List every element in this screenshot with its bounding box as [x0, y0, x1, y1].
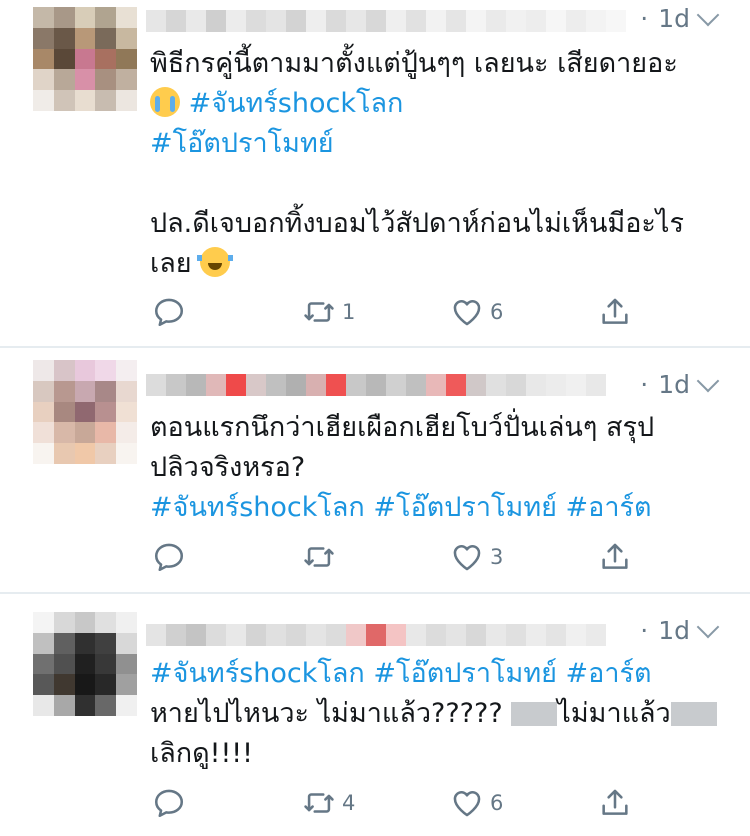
tweet-text: #จันทร์shockโลก #โอ๊ตปราโมทย์ #อาร์ตหายไ…: [150, 654, 720, 774]
text-line: #จันทร์shockโลก #โอ๊ตปราโมทย์ #อาร์ต: [150, 488, 720, 528]
tweet-time[interactable]: 1d: [658, 616, 690, 645]
like-button[interactable]: 6: [450, 783, 503, 823]
share-icon: [602, 543, 628, 569]
user-name-blurred[interactable]: [146, 624, 606, 646]
hashtag-link[interactable]: #จันทร์shockโลก #โอ๊ตปราโมทย์ #อาร์ต: [150, 658, 652, 689]
like-icon: [453, 791, 481, 817]
retweet-button[interactable]: 1: [302, 292, 355, 332]
like-count: 6: [490, 300, 504, 324]
censored-text-blur: [511, 702, 558, 726]
retweet-button[interactable]: [302, 537, 342, 577]
text-line: พิธีกรคู่นี้ตามมาตั้งแต่ปู้นๆๆ เลยนะ เสี…: [150, 44, 720, 84]
reply-button[interactable]: [152, 292, 192, 332]
reply-icon: [154, 298, 184, 327]
tweet-time[interactable]: 1d: [658, 370, 690, 399]
dot: ·: [640, 370, 649, 399]
crying-face-emoji-icon: [150, 87, 180, 117]
user-name-blurred[interactable]: [146, 10, 626, 32]
chevron-down-icon[interactable]: [696, 615, 720, 638]
tweet-text-segment: ปล.ดีเจบอกทิ้งบอมไว้สัปดาห์ก่อนไม่เห็นมี…: [150, 208, 685, 239]
like-count: 3: [490, 545, 504, 569]
user-name-blurred[interactable]: [146, 374, 606, 396]
tweet-text-segment: ปลิวจริงหรอ?: [150, 452, 306, 483]
reply-button[interactable]: [152, 537, 192, 577]
tweet: · 1d พิธีกรคู่นี้ตามมาตั้งแต่ปู้นๆๆ เลยน…: [0, 0, 750, 345]
tweet-text-segment: พิธีกรคู่นี้ตามมาตั้งแต่ปู้นๆๆ เลยนะ เสี…: [150, 48, 678, 79]
chevron-down-icon[interactable]: [696, 3, 720, 26]
share-button[interactable]: [598, 537, 632, 577]
avatar[interactable]: [33, 360, 137, 464]
tweet-text-segment: ไม่มาแล้ว: [557, 698, 671, 729]
tweet-actions: 4 6: [0, 783, 750, 823]
share-button[interactable]: [598, 292, 632, 332]
text-line: #โอ๊ตปราโมทย์: [150, 124, 720, 164]
tweet-meta: · 1d: [640, 615, 720, 645]
tweet-actions: 3: [0, 537, 750, 577]
avatar[interactable]: [33, 612, 137, 716]
tweet-meta: · 1d: [640, 3, 720, 33]
retweet-count: 1: [342, 300, 356, 324]
like-icon: [453, 545, 481, 571]
tears-of-joy-emoji-icon: [197, 247, 234, 277]
tweet-text-segment: ตอนแรกนึกว่าเฮียเผือกเฮียโบว์ปั่นเล่นๆ ส…: [150, 412, 655, 443]
avatar[interactable]: [33, 7, 137, 111]
tweet-text-segment: เลย: [150, 248, 201, 279]
text-line: ตอนแรกนึกว่าเฮียเผือกเฮียโบว์ปั่นเล่นๆ ส…: [150, 408, 720, 448]
tweet: · 1d #จันทร์shockโลก #โอ๊ตปราโมทย์ #อาร์…: [0, 594, 750, 836]
text-line: ปลิวจริงหรอ?: [150, 448, 720, 488]
like-icon: [453, 300, 481, 326]
dot: ·: [640, 4, 649, 33]
text-line: เลิกดู!!!!: [150, 734, 720, 774]
retweet-button[interactable]: 4: [302, 783, 355, 823]
tweet-actions: 1 6: [0, 292, 750, 332]
retweet-icon: [304, 302, 334, 322]
like-button[interactable]: 3: [450, 537, 503, 577]
tweet-meta: · 1d: [640, 369, 720, 399]
hashtag-link[interactable]: #จันทร์shockโลก: [180, 88, 404, 119]
retweet-icon: [304, 547, 334, 567]
retweet-count: 4: [342, 791, 356, 815]
reply-icon: [154, 543, 184, 572]
share-icon: [602, 789, 628, 815]
text-line: หายไปไหนวะ ไม่มาแล้ว????? ไม่มาแล้ว: [150, 694, 720, 734]
text-line: เลย: [150, 244, 720, 284]
tweet-text: ตอนแรกนึกว่าเฮียเผือกเฮียโบว์ปั่นเล่นๆ ส…: [150, 408, 720, 528]
hashtag-link[interactable]: #โอ๊ตปราโมทย์: [150, 128, 334, 159]
hashtag-link[interactable]: #จันทร์shockโลก #โอ๊ตปราโมทย์ #อาร์ต: [150, 492, 652, 523]
tweet-time[interactable]: 1d: [658, 4, 690, 33]
like-count: 6: [490, 791, 504, 815]
tweet-text-segment: เลิกดู!!!!: [150, 738, 253, 769]
reply-icon: [154, 789, 184, 818]
reply-button[interactable]: [152, 783, 192, 823]
censored-text-blur: [670, 702, 717, 726]
like-button[interactable]: 6: [450, 292, 503, 332]
chevron-down-icon[interactable]: [696, 369, 720, 392]
retweet-icon: [304, 793, 334, 813]
share-button[interactable]: [598, 783, 632, 823]
tweet: · 1d ตอนแรกนึกว่าเฮียเผือกเฮียโบว์ปั่นเล…: [0, 348, 750, 590]
tweet-text-segment: หายไปไหนวะ ไม่มาแล้ว?????: [150, 698, 512, 729]
text-line: ปล.ดีเจบอกทิ้งบอมไว้สัปดาห์ก่อนไม่เห็นมี…: [150, 204, 720, 244]
tweet-text: พิธีกรคู่นี้ตามมาตั้งแต่ปู้นๆๆ เลยนะ เสี…: [150, 44, 720, 284]
text-line: #จันทร์shockโลก: [150, 84, 720, 124]
share-icon: [602, 298, 628, 324]
text-line: #จันทร์shockโลก #โอ๊ตปราโมทย์ #อาร์ต: [150, 654, 720, 694]
dot: ·: [640, 616, 649, 645]
